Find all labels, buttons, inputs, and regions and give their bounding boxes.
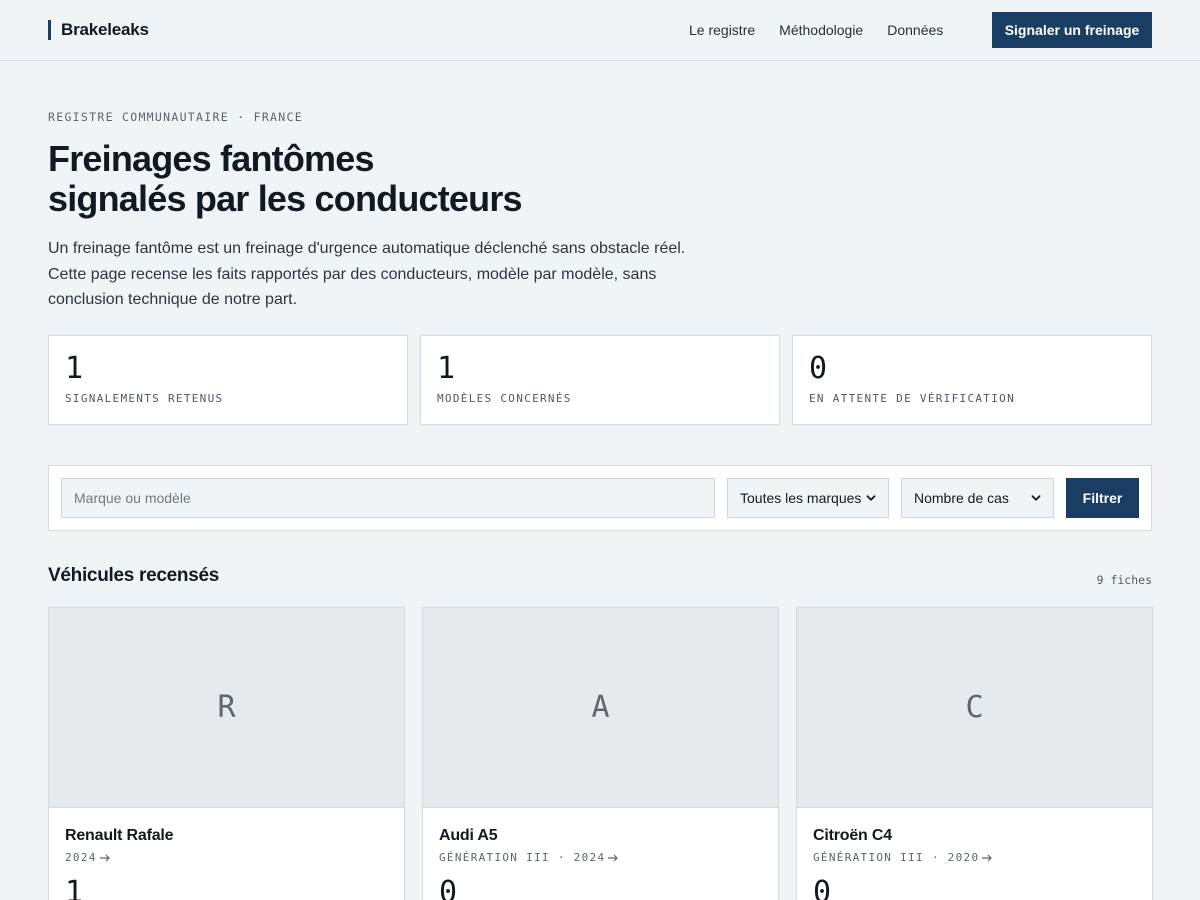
nav-link-donnees[interactable]: Données <box>887 21 943 39</box>
vehicle-meta: GÉNÉRATION III · 2020 <box>813 851 1136 864</box>
arrow-right-icon <box>982 854 993 861</box>
stat-label: SIGNALEMENTS RETENUS <box>65 392 224 405</box>
report-braking-button[interactable]: Signaler un freinage <box>992 12 1152 48</box>
record-count: 9 fiches <box>1096 573 1152 587</box>
vehicle-thumbnail: C <box>797 608 1152 808</box>
vehicle-report-count: 0 <box>439 875 458 900</box>
vehicle-card[interactable]: C Citroën C4 GÉNÉRATION III · 2020 0 <box>796 607 1153 900</box>
chevron-down-icon <box>1031 495 1041 501</box>
site-header: Brakeleaks Le registre Méthodologie Donn… <box>0 0 1200 61</box>
vehicle-meta-text: 2024 <box>65 851 97 864</box>
brand-logo[interactable]: Brakeleaks <box>48 20 149 40</box>
sort-select-value: Nombre de cas <box>914 490 1009 506</box>
hero-lead-line-2: Cette page recense les faits rapportés p… <box>48 265 657 283</box>
stat-value: 0 <box>809 351 828 386</box>
stats-row: 1 SIGNALEMENTS RETENUS 1 MODÈLES CONCERN… <box>48 335 1152 425</box>
vehicle-meta-text: GÉNÉRATION III · 2024 <box>439 851 606 864</box>
sort-select[interactable]: Nombre de cas <box>901 478 1054 518</box>
vehicle-name[interactable]: Audi A5 <box>439 826 762 846</box>
vehicle-card-body: Citroën C4 GÉNÉRATION III · 2020 0 <box>797 808 1152 900</box>
vehicle-thumbnail: A <box>423 608 778 808</box>
main-nav: Le registre Méthodologie Données <box>689 21 943 39</box>
arrow-right-icon <box>608 854 619 861</box>
hero-lead: Un freinage fantôme est un freinage d'ur… <box>48 236 748 313</box>
vehicle-meta: GÉNÉRATION III · 2024 <box>439 851 762 864</box>
vehicle-grid: R Renault Rafale 2024 1 A Audi A5 GÉNÉRA… <box>48 607 1153 900</box>
arrow-right-icon <box>99 854 110 861</box>
stat-card-pending: 0 EN ATTENTE DE VÉRIFICATION <box>792 335 1152 425</box>
stat-label: EN ATTENTE DE VÉRIFICATION <box>809 392 1015 405</box>
stat-value: 1 <box>437 351 456 386</box>
filter-button[interactable]: Filtrer <box>1066 478 1139 518</box>
vehicle-report-count: 1 <box>65 875 84 900</box>
vehicle-meta: 2024 <box>65 851 388 864</box>
vehicle-card-body: Audi A5 GÉNÉRATION III · 2024 0 <box>423 808 778 900</box>
hero-lead-line-1: Un freinage fantôme est un freinage d'ur… <box>48 240 686 257</box>
stat-label: MODÈLES CONCERNÉS <box>437 392 572 405</box>
hero-kicker: REGISTRE COMMUNAUTAIRE · FRANCE <box>48 110 303 124</box>
vehicle-card[interactable]: R Renault Rafale 2024 1 <box>48 607 405 900</box>
vehicle-name[interactable]: Renault Rafale <box>65 826 388 846</box>
hero-lead-line-3: conclusion technique de notre part. <box>48 291 298 308</box>
page-title-line-2: signalés par les conducteurs <box>48 178 523 219</box>
brand-select-value: Toutes les marques <box>740 490 862 506</box>
filter-bar: Toutes les marques Nombre de cas Filtrer <box>48 465 1152 531</box>
stat-card-models: 1 MODÈLES CONCERNÉS <box>420 335 780 425</box>
page-title: Freinages fantômes signalés par les cond… <box>48 139 668 219</box>
vehicle-report-count: 0 <box>813 875 832 900</box>
vehicle-thumbnail: R <box>49 608 404 808</box>
vehicle-name[interactable]: Citroën C4 <box>813 826 1136 846</box>
brand-select[interactable]: Toutes les marques <box>727 478 889 518</box>
vehicle-meta-text: GÉNÉRATION III · 2020 <box>813 851 980 864</box>
nav-link-registre[interactable]: Le registre <box>689 21 755 39</box>
stat-value: 1 <box>65 351 84 386</box>
vehicle-card[interactable]: A Audi A5 GÉNÉRATION III · 2024 0 <box>422 607 779 900</box>
vehicle-card-body: Renault Rafale 2024 1 <box>49 808 404 900</box>
search-input[interactable] <box>61 478 715 518</box>
section-title: Véhicules recensés <box>48 565 219 586</box>
page-title-line-1: Freinages fantômes <box>48 138 375 179</box>
nav-link-methodologie[interactable]: Méthodologie <box>779 21 863 39</box>
stat-card-reports: 1 SIGNALEMENTS RETENUS <box>48 335 408 425</box>
chevron-down-icon <box>866 495 876 501</box>
